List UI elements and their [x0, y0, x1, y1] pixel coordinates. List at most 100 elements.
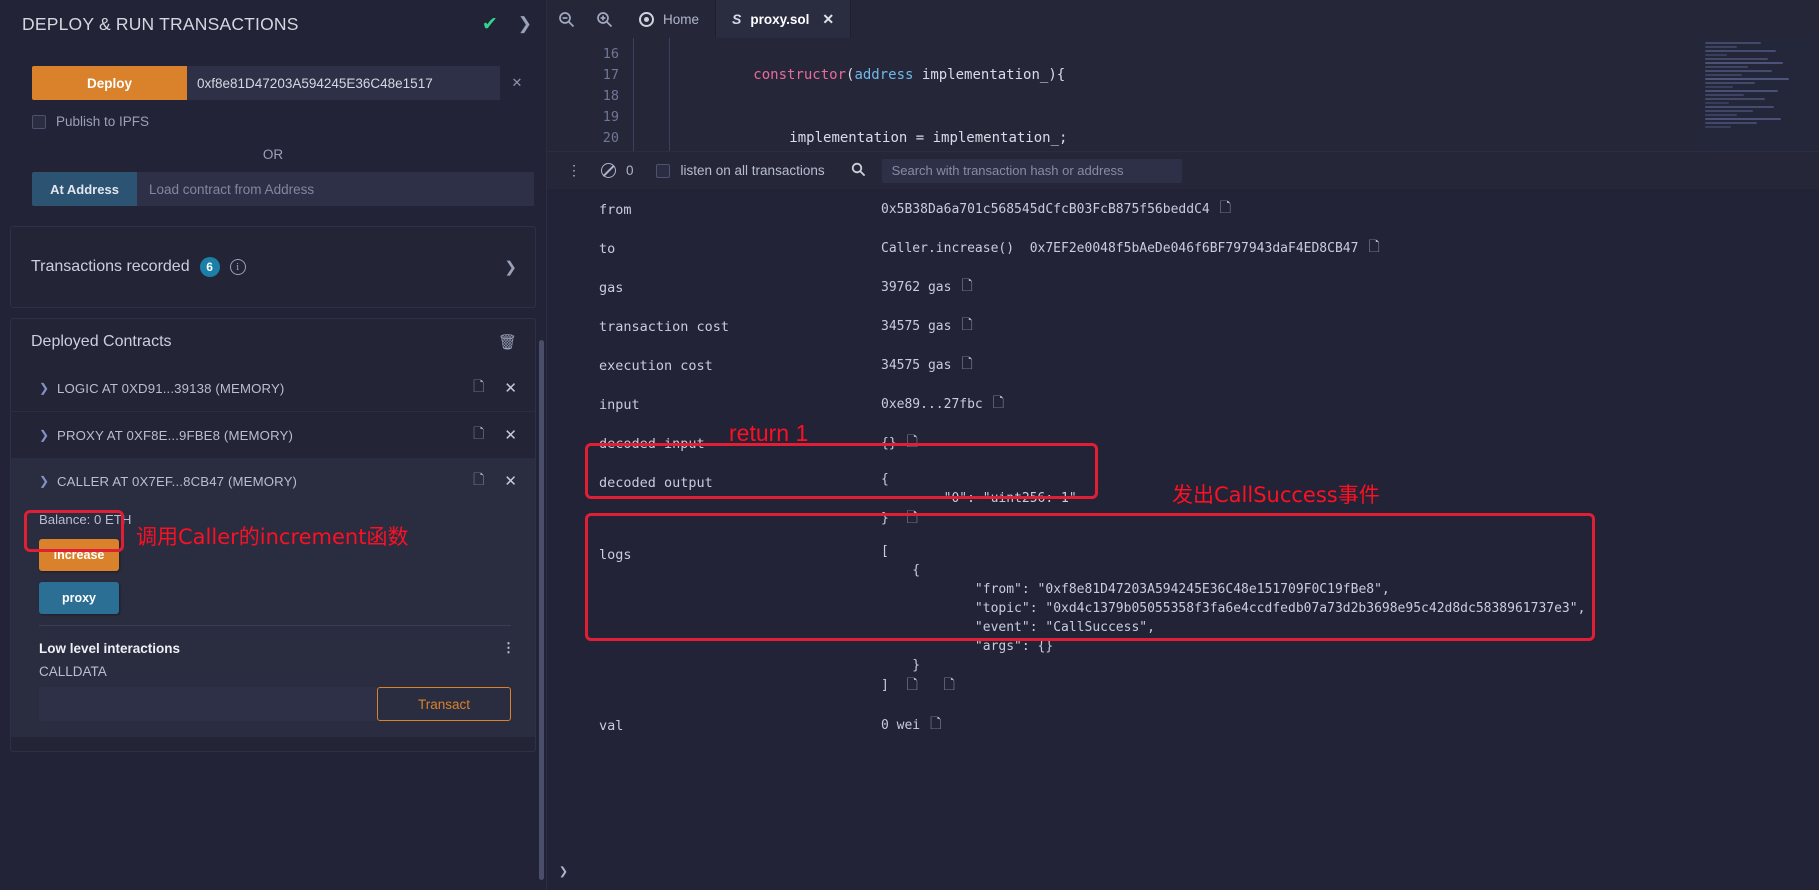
contract-row[interactable]: ❯ CALLER AT 0X7EF...8CB47 (MEMORY) 🗋 ✕ — [11, 458, 535, 504]
copy-icon[interactable]: 🗋 — [1220, 197, 1231, 221]
remix-logo-icon — [639, 11, 654, 27]
line-number: 19 — [602, 109, 619, 125]
deploy-and-run-panel: DEPLOY & RUN TRANSACTIONS ✔ ❯ Deploy 0xf… — [0, 0, 546, 890]
transaction-detail-panel: from 0x5B38Da6a701c568545dCfcB03FcB875f5… — [547, 189, 1819, 890]
low-level-interactions-header: Low level interactions ⋮ — [11, 626, 535, 656]
close-icon[interactable]: ✕ — [504, 472, 517, 490]
clear-console-icon[interactable] — [601, 163, 616, 178]
at-address-input[interactable] — [137, 172, 534, 206]
at-address-row: At Address — [32, 172, 534, 206]
zoom-in-icon[interactable] — [585, 0, 623, 38]
info-icon[interactable]: i — [229, 259, 246, 275]
copy-icon[interactable]: 🗋 — [961, 275, 972, 299]
contract-row[interactable]: ❯ PROXY AT 0XF8E...9FBE8 (MEMORY) 🗋 ✕ — [11, 411, 535, 458]
publish-ipfs-checkbox[interactable] — [32, 114, 46, 129]
line-number-gutter: 16 17 18 19 20 — [547, 38, 633, 151]
search-icon[interactable] — [851, 162, 866, 180]
editor-and-terminal-area: Home S proxy.sol ✕ 16 17 18 19 20 constr… — [546, 0, 1819, 890]
increase-function-button[interactable]: increase — [39, 539, 119, 571]
row-key: from — [599, 202, 632, 218]
pending-transactions-count: 0 — [626, 163, 634, 178]
or-divider-label: OR — [262, 147, 284, 162]
table-row-logs: logs [ { "from": "0xf8e81D47203A594245E3… — [547, 542, 1819, 695]
contract-expanded-caller: ❯ CALLER AT 0X7EF...8CB47 (MEMORY) 🗋 ✕ B… — [11, 458, 535, 737]
calldata-label: CALLDATA — [39, 664, 107, 679]
chevrons-down-icon[interactable]: ⋮ — [557, 162, 591, 179]
code-line: implementation = implementation_; — [789, 130, 1068, 146]
copy-icon[interactable]: 🗋 — [944, 676, 955, 692]
table-row: to Caller.increase() 0x7EF2e0048f5bAeDe0… — [547, 236, 1819, 275]
panel-header: DEPLOY & RUN TRANSACTIONS ✔ ❯ — [0, 0, 546, 48]
line-number: 20 — [602, 130, 619, 146]
at-address-button[interactable]: At Address — [32, 172, 137, 206]
calldata-row: Transact — [39, 687, 511, 721]
publish-ipfs-label: Publish to IPFS — [56, 114, 150, 129]
table-row-decoded-output: decoded output { "0": "uint256: 1" } 🗋 — [547, 470, 1819, 528]
line-number: 18 — [602, 88, 619, 104]
line-number: 17 — [602, 67, 619, 83]
chevron-right-icon[interactable]: ❯ — [518, 14, 532, 34]
row-value: [ { "from": "0xf8e81D47203A594245E36C48e… — [881, 544, 1586, 693]
transactions-recorded-label: Transactions recorded — [31, 258, 190, 275]
check-icon[interactable]: ✔ — [482, 13, 498, 36]
table-row: decoded input {} 🗋 — [547, 431, 1819, 470]
chevron-down-icon[interactable]: ❯ — [39, 474, 57, 488]
info-icon[interactable]: ⋮ — [502, 640, 515, 656]
chevron-right-icon[interactable]: ❯ — [559, 862, 568, 880]
deployed-contracts-card: Deployed Contracts 🗑 ❯ LOGIC AT 0XD91...… — [10, 318, 536, 752]
transaction-search-input[interactable] — [881, 158, 1182, 183]
contract-name: CALLER AT 0X7EF...8CB47 (MEMORY) — [57, 473, 298, 489]
row-key: gas — [599, 280, 624, 296]
chevron-right-icon[interactable]: ❯ — [504, 258, 517, 276]
transactions-recorded-row[interactable]: Transactions recorded 6 i ❯ — [11, 227, 535, 307]
copy-icon[interactable]: 🗋 — [930, 713, 941, 737]
row-value: 0x5B38Da6a701c568545dCfcB03FcB875f56bedd… — [881, 202, 1210, 217]
zoom-out-icon[interactable] — [547, 0, 585, 38]
copy-icon[interactable]: 🗋 — [907, 431, 918, 455]
transact-button[interactable]: Transact — [377, 687, 511, 721]
close-icon[interactable]: ✕ — [504, 426, 517, 444]
status-badge: 6 — [199, 257, 220, 277]
close-icon[interactable]: ✕ — [504, 379, 517, 397]
close-icon[interactable]: ✕ — [822, 11, 834, 28]
row-value: 0 wei — [881, 718, 921, 733]
listen-all-checkbox[interactable] — [655, 163, 670, 178]
tab-proxy-sol[interactable]: S proxy.sol ✕ — [716, 0, 852, 38]
copy-icon[interactable]: 🗋 — [907, 509, 918, 525]
row-value: { "0": "uint256: 1" } 🗋 — [881, 472, 1077, 526]
publish-to-ipfs-row[interactable]: Publish to IPFS — [32, 114, 546, 129]
copy-icon[interactable]: 🗋 — [907, 676, 918, 692]
row-value: Caller.increase() 0x7EF2e0048f5bAeDe046f… — [881, 241, 1359, 256]
page-title: DEPLOY & RUN TRANSACTIONS — [22, 13, 299, 34]
row-value: 34575 gas — [881, 319, 952, 334]
tab-bar: Home S proxy.sol ✕ — [547, 0, 1819, 38]
copy-icon[interactable]: 🗋 — [961, 353, 972, 377]
row-key: execution cost — [599, 358, 713, 374]
copy-icon[interactable]: 🗋 — [993, 392, 1004, 416]
table-row: transaction cost 34575 gas 🗋 — [547, 314, 1819, 353]
line-number: 16 — [602, 46, 619, 62]
calldata-input[interactable] — [39, 687, 377, 721]
code-content[interactable]: constructor(address implementation_){ im… — [633, 38, 1819, 151]
code-editor[interactable]: 16 17 18 19 20 constructor(address imple… — [547, 38, 1819, 151]
tab-home[interactable]: Home — [623, 0, 717, 38]
copy-icon[interactable]: 🗋 — [961, 314, 972, 338]
proxy-function-button[interactable]: proxy — [39, 582, 119, 614]
chevron-down-icon[interactable]: ✕ — [500, 66, 534, 100]
copy-icon[interactable]: 🗋 — [473, 423, 484, 447]
left-panel-scrollbar[interactable] — [539, 340, 544, 880]
chevron-right-icon[interactable]: ❯ — [39, 381, 57, 395]
deploy-button[interactable]: Deploy — [32, 66, 187, 100]
editor-minimap[interactable] — [1699, 38, 1819, 151]
deploy-address-input[interactable]: 0xf8e81D47203A594245E36C48e1517 — [187, 66, 500, 100]
copy-icon[interactable]: 🗋 — [1368, 236, 1379, 260]
copy-icon[interactable]: 🗋 — [473, 376, 484, 400]
trash-icon[interactable]: 🗑 — [498, 333, 517, 351]
contract-row[interactable]: ❯ LOGIC AT 0XD91...39138 (MEMORY) 🗋 ✕ — [11, 365, 535, 411]
copy-icon[interactable]: 🗋 — [473, 469, 484, 493]
tab-label: Home — [663, 11, 700, 27]
remix-ide-window: DEPLOY & RUN TRANSACTIONS ✔ ❯ Deploy 0xf… — [0, 0, 1819, 890]
listen-on-all-transactions-row[interactable]: listen on all transactions — [655, 163, 825, 178]
row-value: 39762 gas — [881, 280, 952, 295]
chevron-right-icon[interactable]: ❯ — [39, 428, 57, 442]
